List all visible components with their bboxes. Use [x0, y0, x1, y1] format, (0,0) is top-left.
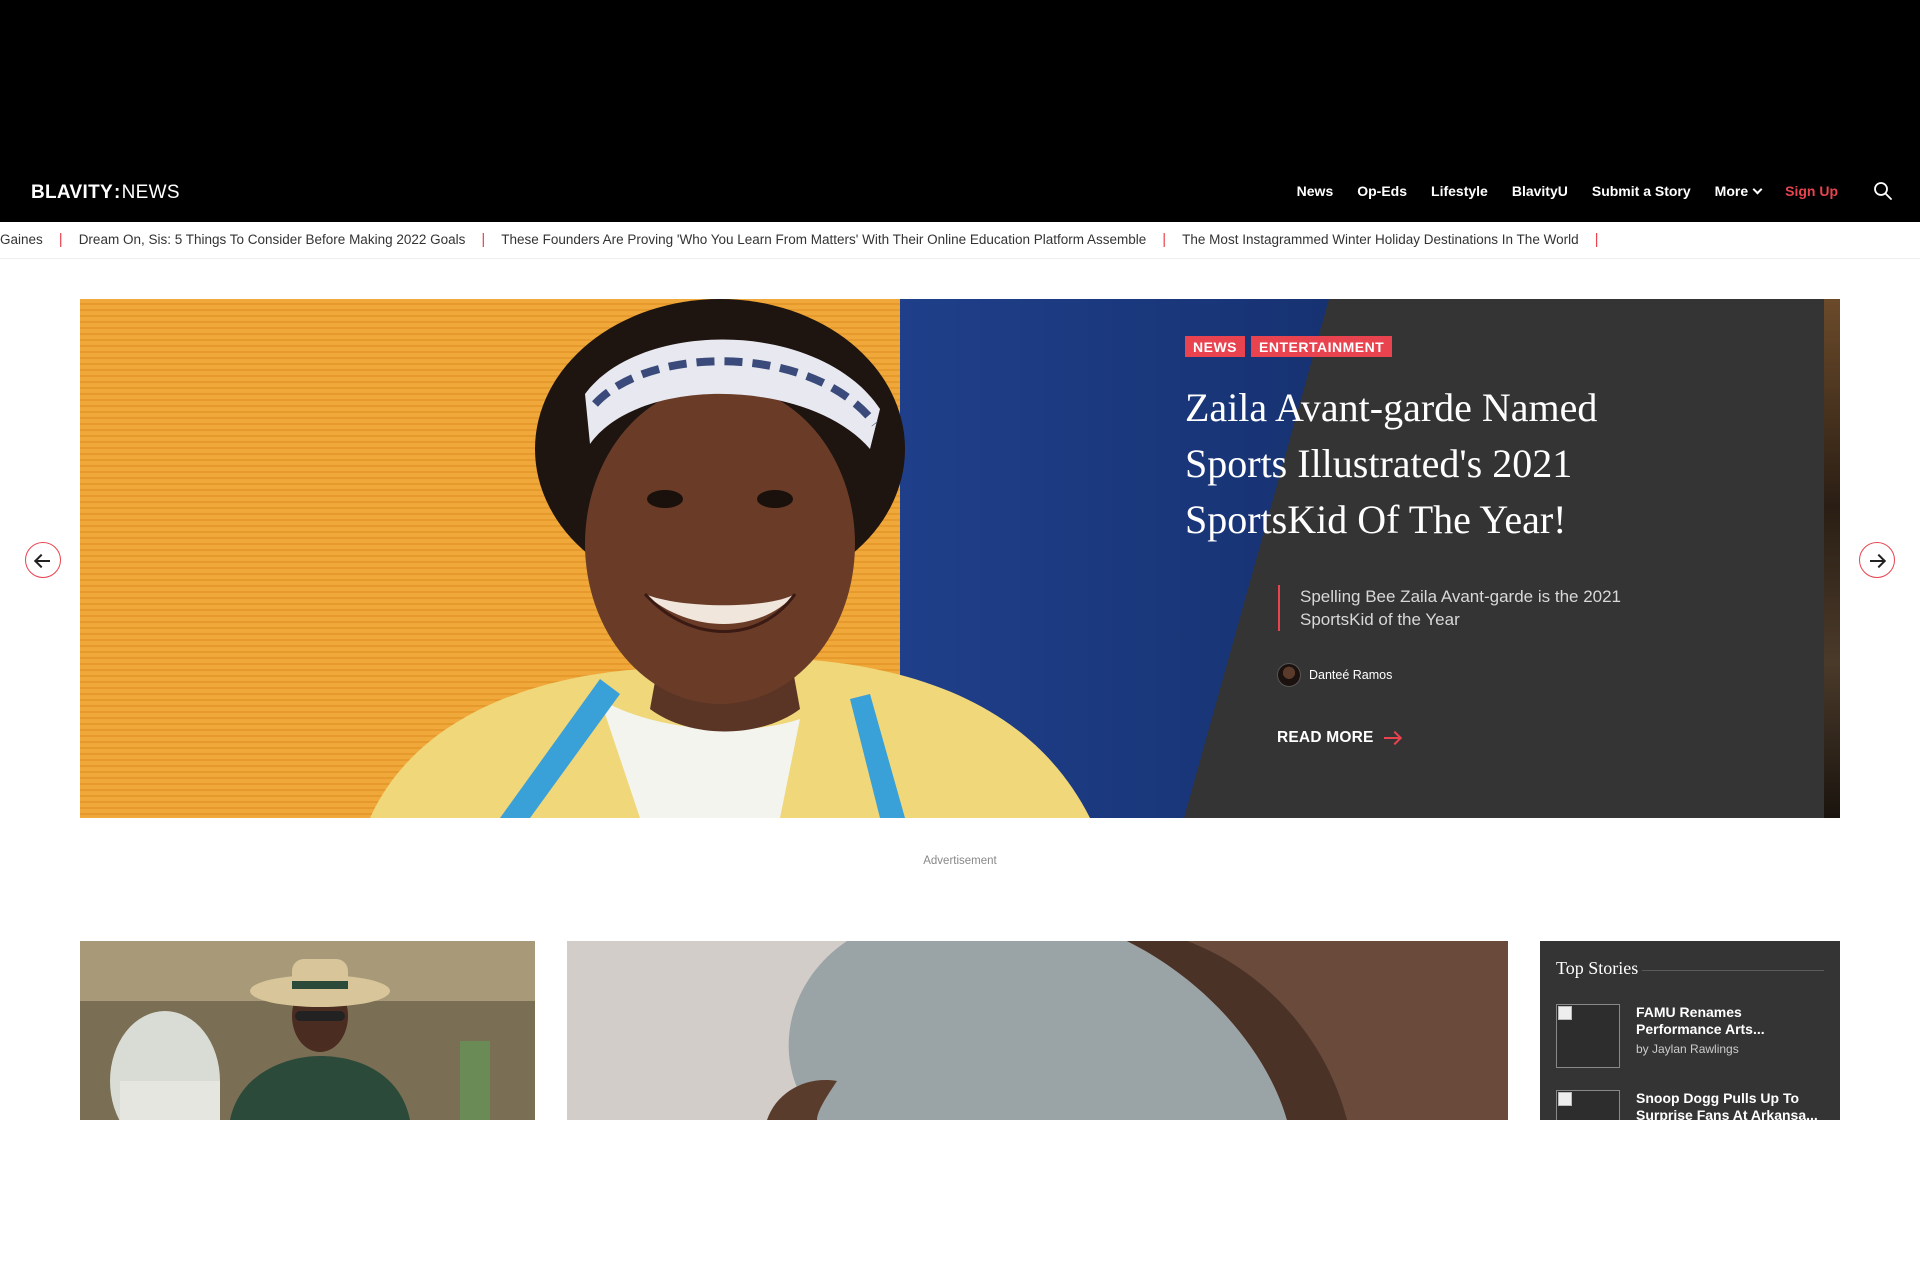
ticker-separator: |	[481, 231, 486, 248]
site-logo[interactable]: BLAVITY:NEWS	[31, 182, 180, 204]
article-card-image	[80, 941, 535, 1120]
hero-tags: NEWS ENTERTAINMENT	[1185, 336, 1393, 357]
nav-lifestyle[interactable]: Lifestyle	[1431, 183, 1488, 199]
arrow-right-icon	[1870, 559, 1884, 562]
next-slide-peek	[1824, 299, 1840, 818]
ticker-separator: |	[1162, 231, 1167, 248]
broken-image-icon	[1556, 1004, 1620, 1068]
nav-blavityu[interactable]: BlavityU	[1512, 183, 1568, 199]
top-story-byline: by Jaylan Rawlings	[1636, 1042, 1739, 1056]
hero-slide[interactable]	[80, 299, 1840, 818]
article-card-image	[567, 941, 1508, 1120]
headline-ticker: Gaines | Dream On, Sis: 5 Things To Cons…	[0, 222, 1920, 259]
chevron-down-icon	[1752, 184, 1763, 194]
hero-title[interactable]: Zaila Avant-garde Named Sports Illustrat…	[1185, 380, 1655, 548]
hero-author[interactable]: Danteé Ramos	[1277, 663, 1392, 687]
sign-up-link[interactable]: Sign Up	[1785, 183, 1838, 199]
ticker-separator: |	[58, 231, 63, 248]
carousel-prev-button[interactable]	[25, 542, 61, 578]
logo-brand: BLAVITY	[31, 182, 113, 203]
nav-op-eds[interactable]: Op-Eds	[1357, 183, 1407, 199]
page-background	[0, 1120, 1920, 1280]
search-icon[interactable]	[1873, 181, 1893, 201]
arrow-left-icon	[36, 559, 50, 562]
top-stories-widget: Top Stories FAMU Renames Performance Art…	[1540, 941, 1840, 1120]
nav-more-label: More	[1714, 183, 1749, 199]
avatar	[1277, 663, 1301, 687]
read-more-link[interactable]: READ MORE	[1277, 729, 1400, 747]
nav-submit-story[interactable]: Submit a Story	[1592, 183, 1691, 199]
tag-news[interactable]: NEWS	[1185, 336, 1245, 357]
advertisement-label: Advertisement	[923, 855, 997, 867]
author-name: Danteé Ramos	[1309, 668, 1393, 682]
tag-entertainment[interactable]: ENTERTAINMENT	[1251, 336, 1393, 357]
site-header: BLAVITY:NEWS News Op-Eds Lifestyle Blavi…	[0, 0, 1920, 222]
ticker-item[interactable]: Gaines	[0, 232, 43, 247]
top-stories-title: Top Stories	[1556, 958, 1639, 978]
top-story-headline: Snoop Dogg Pulls Up To Surprise Fans At …	[1636, 1090, 1818, 1120]
carousel-next-button[interactable]	[1859, 542, 1895, 578]
arrow-right-icon	[1383, 737, 1400, 739]
article-card[interactable]	[567, 941, 1508, 1120]
ticker-separator: |	[1594, 231, 1599, 248]
logo-separator: :	[113, 182, 121, 203]
nav-news[interactable]: News	[1297, 183, 1334, 199]
main-nav: News Op-Eds Lifestyle BlavityU Submit a …	[1273, 183, 1838, 199]
ticker-item[interactable]: These Founders Are Proving 'Who You Lear…	[501, 232, 1146, 247]
ticker-item[interactable]: The Most Instagrammed Winter Holiday Des…	[1182, 232, 1578, 247]
divider	[1556, 970, 1824, 971]
article-card[interactable]	[80, 941, 535, 1120]
broken-image-icon	[1556, 1090, 1620, 1120]
read-more-label: READ MORE	[1277, 729, 1374, 746]
nav-more[interactable]: More	[1714, 183, 1763, 199]
top-story-headline: FAMU Renames Performance Arts...	[1636, 1004, 1765, 1037]
logo-section: NEWS	[121, 182, 180, 203]
ticker-item[interactable]: Dream On, Sis: 5 Things To Consider Befo…	[79, 232, 466, 247]
hero-subtitle: Spelling Bee Zaila Avant-garde is the 20…	[1278, 585, 1638, 631]
